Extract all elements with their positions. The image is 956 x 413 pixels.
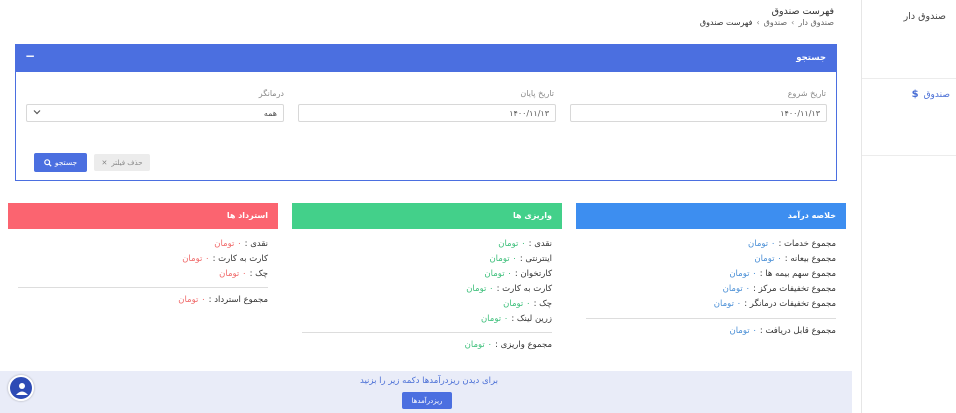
refunds-title: استرداد ها (226, 211, 268, 220)
refunds-card: استرداد ها نقدی :۰ تومان کارت به کارت :۰… (8, 203, 278, 363)
list-item: مجموع خدمات :۰ تومان (748, 239, 836, 249)
chevron-down-icon (33, 110, 41, 115)
breadcrumb-item[interactable]: صندوق (764, 18, 787, 27)
divider (302, 332, 552, 333)
breadcrumb: صندوق دار›صندوق›فهرست صندوق (699, 18, 834, 27)
end-date-label: تاریخ پایان (520, 89, 554, 98)
support-avatar[interactable] (8, 375, 34, 401)
sidebar: صندوق دار صندوق $ (861, 0, 956, 413)
end-date-field[interactable]: ۱۴۰۰/۱۱/۱۳ (298, 104, 556, 122)
divider (18, 287, 268, 288)
sidebar-item-label: صندوق (923, 89, 950, 100)
page-title: فهرست صندوق (771, 6, 834, 17)
list-item: مجموع سهم بیمه ها :۰ تومان (729, 269, 836, 279)
divider (862, 155, 956, 156)
main-content: فهرست صندوق صندوق دار›صندوق›فهرست صندوق … (0, 0, 860, 413)
start-date-field[interactable]: ۱۴۰۰/۱۱/۱۳ (570, 104, 827, 122)
search-panel-header: جستجو − (16, 45, 836, 72)
income-summary-header: خلاصه درآمد (576, 203, 846, 229)
income-summary-title: خلاصه درآمد (787, 211, 836, 220)
income-details-button[interactable]: ریزدرآمدها (402, 392, 452, 409)
collapse-icon[interactable]: − (25, 49, 35, 63)
list-item: چک :۰ تومان (219, 269, 268, 279)
list-item: مجموع بیعانه :۰ تومان (754, 254, 836, 264)
therapist-label: درمانگر (258, 89, 284, 98)
deposits-total: مجموع واریزی :۰ تومان (464, 340, 552, 350)
refunds-total: مجموع استرداد :۰ تومان (178, 295, 268, 305)
deposits-header: واریزی ها (292, 203, 562, 229)
user-icon (16, 383, 28, 395)
deposits-card: واریزی ها نقدی :۰ تومان اینترنتی :۰ توما… (292, 203, 562, 363)
details-bar: برای دیدن ریزدرآمدها دکمه زیر را بزنید ر… (0, 371, 852, 413)
search-panel: جستجو − تاریخ شروع ۱۴۰۰/۱۱/۱۳ تاریخ پایا… (15, 44, 837, 181)
list-item: چک :۰ تومان (503, 299, 552, 309)
sidebar-title: صندوق دار (903, 11, 946, 22)
list-item: مجموع تخفیفات درمانگر :۰ تومان (713, 299, 836, 309)
search-icon (44, 158, 52, 167)
list-item: نقدی :۰ تومان (214, 239, 268, 249)
list-item: مجموع تخفیفات مرکز :۰ تومان (722, 284, 836, 294)
income-total: مجموع قابل دریافت :۰ تومان (729, 326, 836, 336)
sidebar-item-cashbox[interactable]: صندوق $ (912, 89, 950, 100)
list-item: کارت به کارت :۰ تومان (182, 254, 268, 264)
refunds-header: استرداد ها (8, 203, 278, 229)
divider (862, 78, 956, 79)
breadcrumb-item: فهرست صندوق (699, 18, 753, 27)
list-item: اینترنتی :۰ تومان (489, 254, 552, 264)
list-item: زرین لینک :۰ تومان (480, 314, 552, 324)
start-date-label: تاریخ شروع (787, 89, 826, 98)
list-item: کارت به کارت :۰ تومان (466, 284, 552, 294)
close-icon: ✕ (101, 158, 108, 167)
details-hint: برای دیدن ریزدرآمدها دکمه زیر را بزنید (360, 376, 499, 386)
list-item: نقدی :۰ تومان (498, 239, 552, 249)
deposits-title: واریزی ها (513, 211, 552, 220)
search-panel-title: جستجو (796, 53, 826, 63)
search-button[interactable]: جستجو (34, 153, 87, 172)
therapist-select[interactable]: همه (26, 104, 284, 122)
dollar-icon: $ (911, 89, 919, 100)
list-item: کارتخوان :۰ تومان (484, 269, 552, 279)
divider (586, 318, 836, 319)
breadcrumb-item[interactable]: صندوق دار (798, 18, 834, 27)
clear-filter-button[interactable]: ✕ حذف فیلتر (94, 154, 150, 171)
income-summary-card: خلاصه درآمد مجموع خدمات :۰ تومان مجموع ب… (576, 203, 846, 363)
